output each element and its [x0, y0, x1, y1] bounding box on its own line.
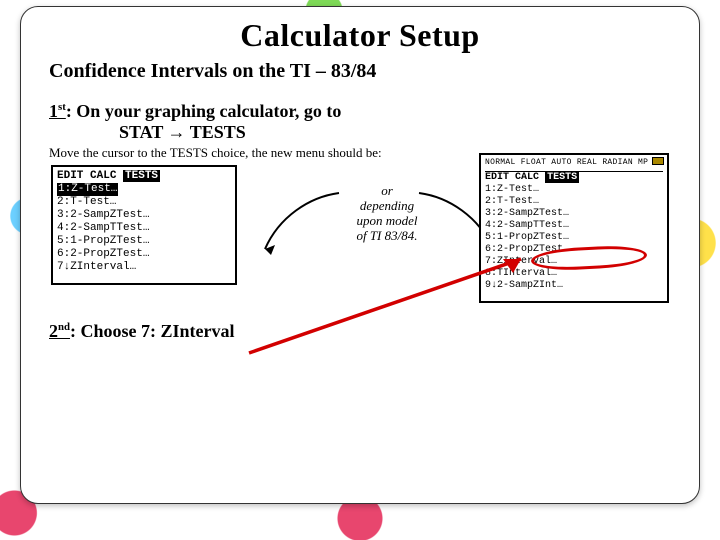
step-2-text: : Choose 7: ZInterval [70, 321, 235, 341]
step-1-text-b: STAT → TESTS [119, 122, 671, 143]
calc-left-item-4: 4:2-SampTTest… [57, 222, 231, 235]
calc-right-tab-tests: TESTS [545, 172, 579, 183]
step-1: 1st: On your graphing calculator, go to … [49, 101, 671, 143]
step-1-sup: st [58, 101, 66, 113]
slide-subtitle: Confidence Intervals on the TI – 83/84 [49, 60, 671, 83]
slide-title: Calculator Setup [49, 17, 671, 54]
screenshots-row: Move the cursor to the TESTS choice, the… [49, 149, 671, 309]
red-arrow-icon [245, 249, 535, 359]
calc-right-tab-edit: EDIT [485, 172, 509, 183]
or-note: or depending upon model of TI 83/84. [327, 183, 447, 243]
calc-left-tab-edit: EDIT [57, 170, 83, 182]
calc-right-item-3: 3:2-SampZTest… [485, 208, 663, 220]
calc-left-item-7: 7↓ZInterval… [57, 261, 231, 274]
calc-left-item-5: 5:1-PropZTest… [57, 235, 231, 248]
step-1-text-a: : On your graphing calculator, go to [66, 101, 342, 121]
calc-left-tab-tests: TESTS [123, 170, 160, 182]
calc-left-item-2: 2:T-Test… [57, 196, 231, 209]
or-line-1: or [327, 183, 447, 198]
step-2-num: 2 [49, 321, 58, 341]
step-1-num: 1 [49, 101, 58, 121]
calc-right-item-2: 2:T-Test… [485, 196, 663, 208]
menu-caption: Move the cursor to the TESTS choice, the… [49, 145, 382, 161]
or-line-2: depending [327, 198, 447, 213]
calc-right-item-4: 4:2-SampTTest… [485, 220, 663, 232]
battery-icon [652, 157, 664, 165]
calc-left-item-1: 1:Z-Test… [57, 183, 118, 196]
step-2-sup: nd [58, 321, 70, 333]
slide-card: Calculator Setup Confidence Intervals on… [20, 6, 700, 504]
calc-right-item-5: 5:1-PropZTest… [485, 232, 663, 244]
calc-right-header: NORMAL FLOAT AUTO REAL RADIAN MP [485, 157, 663, 169]
calc-right-item-1: 1:Z-Test… [485, 184, 663, 196]
or-line-3: upon model [327, 213, 447, 228]
calc-left-item-6: 6:2-PropZTest… [57, 248, 231, 261]
calc-right-tab-calc: CALC [515, 172, 539, 183]
calc-left-tab-calc: CALC [90, 170, 116, 182]
or-line-4: of TI 83/84. [327, 228, 447, 243]
calc-screen-left: EDIT CALC TESTS 1:Z-Test… 2:T-Test… 3:2-… [51, 165, 237, 285]
calc-left-item-3: 3:2-SampZTest… [57, 209, 231, 222]
